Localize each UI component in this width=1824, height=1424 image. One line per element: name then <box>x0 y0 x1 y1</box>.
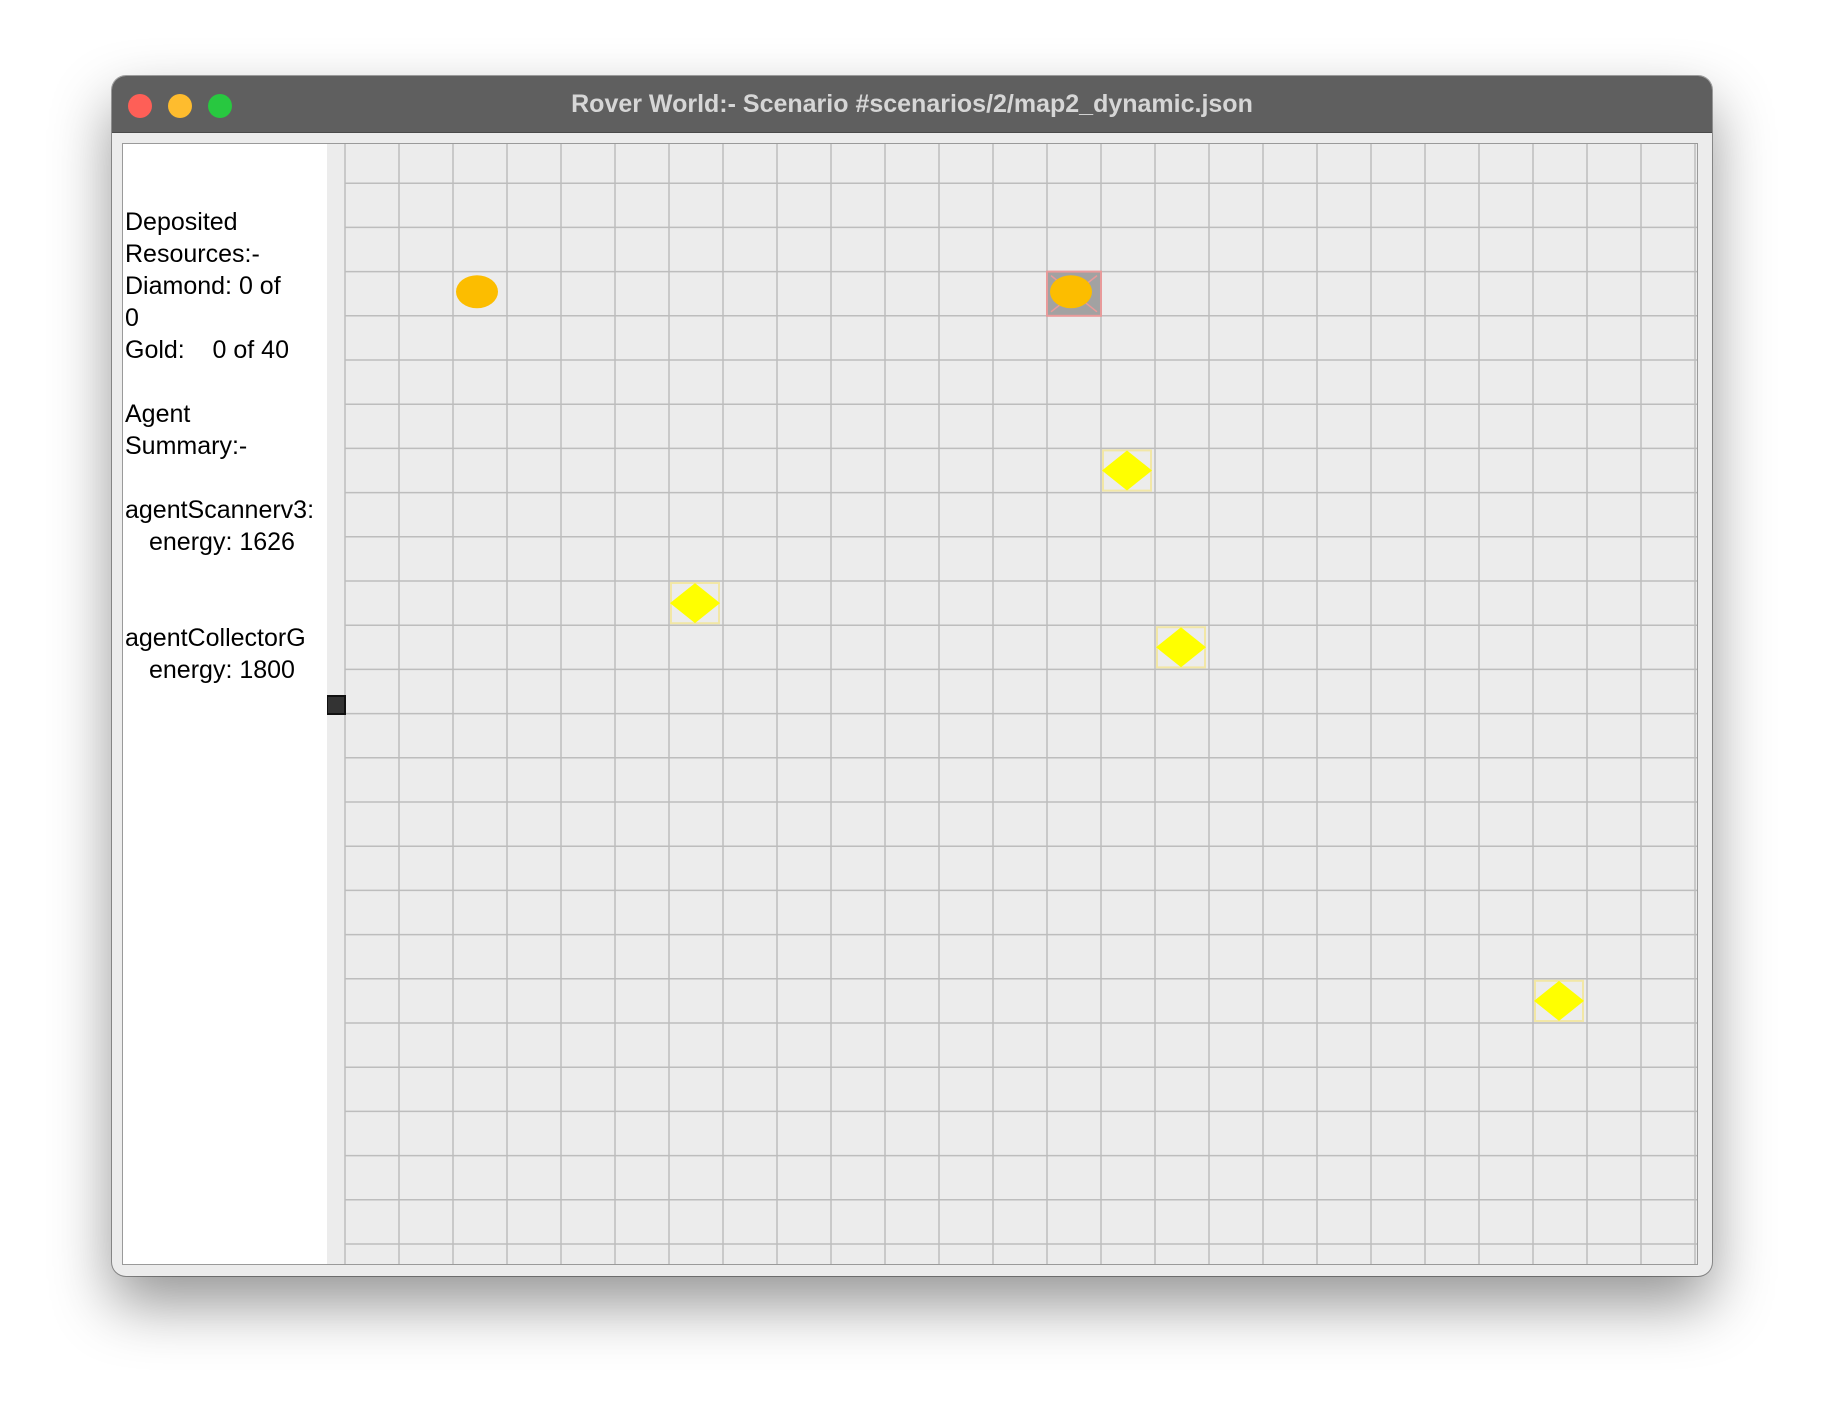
deposited-heading-line-1: Deposited <box>125 208 238 236</box>
main-content: Deposited Resources:- Diamond: 0 of 0 Go… <box>122 143 1698 1265</box>
agent-name-scanner: agentScannerv3: <box>125 496 315 524</box>
map-canvas[interactable] <box>327 144 1697 1264</box>
deposited-heading-line-2: Resources:- <box>125 240 260 268</box>
map-items <box>456 270 1584 1022</box>
gold-count: Gold: 0 of 40 <box>125 336 289 364</box>
agent-summary-heading-line-1: Agent <box>125 400 191 428</box>
diamond-resource <box>670 583 720 624</box>
gold-resource <box>456 275 498 309</box>
diamond-resource <box>1534 980 1584 1021</box>
agent-energy-scanner: energy: 1626 <box>149 528 295 556</box>
diamond-count-line-2: 0 <box>125 304 139 332</box>
diamond-count-line-1: Diamond: 0 of <box>125 272 281 300</box>
window-title: Rover World:- Scenario #scenarios/2/map2… <box>571 90 1253 118</box>
agent-energy-collector: energy: 1800 <box>149 656 295 684</box>
app-window: Rover World:- Scenario #scenarios/2/map2… <box>112 76 1712 1276</box>
gold-resource <box>1050 275 1092 309</box>
title-bar[interactable]: Rover World:- Scenario #scenarios/2/map2… <box>112 76 1712 133</box>
grid-lines <box>344 144 1697 1264</box>
diamond-resource <box>1156 627 1206 668</box>
agent-summary-heading-line-2: Summary:- <box>125 432 248 460</box>
info-panel: Deposited Resources:- Diamond: 0 of 0 Go… <box>123 144 327 1264</box>
agent-name-collector: agentCollectorG <box>125 624 306 652</box>
map-grid[interactable] <box>327 144 1697 1264</box>
agent-marker <box>327 695 346 715</box>
diamond-resource <box>1102 450 1152 491</box>
